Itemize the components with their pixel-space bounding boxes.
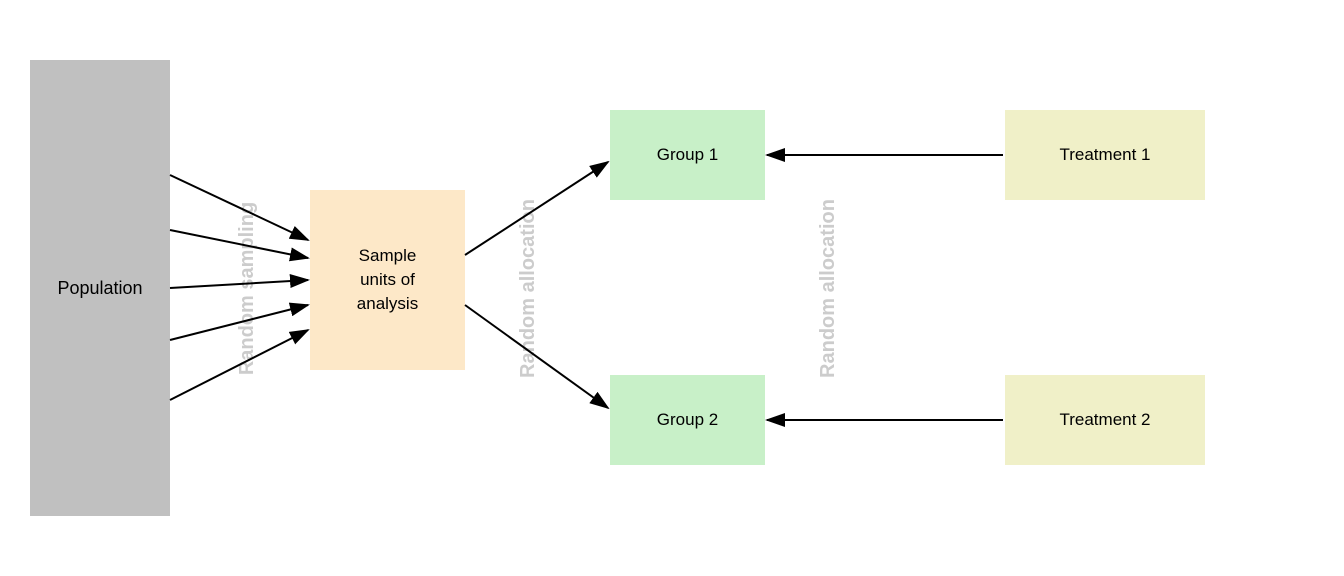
population-box: Population: [30, 60, 170, 516]
sample-box: Sample units of analysis: [310, 190, 465, 370]
random-allocation-mid-container: Random allocation: [508, 60, 548, 516]
group2-label: Group 2: [657, 410, 718, 430]
treatment2-label: Treatment 2: [1059, 410, 1150, 430]
group2-box: Group 2: [610, 375, 765, 465]
sample-label: Sample units of analysis: [357, 244, 418, 315]
random-allocation-right-text: Random allocation: [817, 199, 840, 378]
group1-label: Group 1: [657, 145, 718, 165]
random-sampling-text: Random sampling: [237, 201, 260, 374]
random-allocation-right-container: Random allocation: [808, 60, 848, 516]
treatment1-box: Treatment 1: [1005, 110, 1205, 200]
treatment1-label: Treatment 1: [1059, 145, 1150, 165]
arrows-svg: [0, 0, 1344, 576]
treatment2-box: Treatment 2: [1005, 375, 1205, 465]
diagram-container: Population Random sampling Sample units …: [0, 0, 1344, 576]
random-allocation-mid-text: Random allocation: [517, 199, 540, 378]
random-sampling-label-container: Random sampling: [228, 60, 268, 516]
population-label: Population: [57, 278, 142, 299]
group1-box: Group 1: [610, 110, 765, 200]
